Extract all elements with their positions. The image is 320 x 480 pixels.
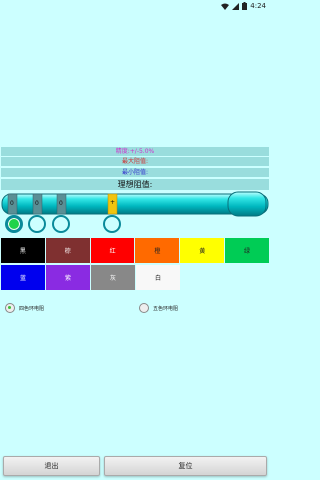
color-label: 白 (154, 275, 161, 282)
band-selector-4[interactable] (103, 215, 121, 233)
color-label: 蓝 (19, 275, 26, 282)
color-label: 紫 (64, 275, 71, 282)
color-yellow-button[interactable]: 黄 (180, 238, 225, 263)
color-blue-button[interactable]: 蓝 (1, 265, 45, 290)
band-2-label: 0 (35, 200, 39, 207)
exit-button-label: 退出 (44, 462, 59, 470)
min-value-row: 最小阻值: (1, 168, 269, 177)
color-label: 橙 (154, 248, 161, 255)
color-black-button[interactable]: 黑 (1, 238, 45, 263)
band-1-label: 0 (10, 200, 14, 207)
precision-text: 精度:+/-5.0% (115, 148, 155, 155)
band-count-options: 四色环电阻 五色环电阻 (0, 303, 270, 317)
reset-button-label: 复位 (178, 462, 193, 470)
color-label: 棕 (64, 248, 71, 255)
band-selector-1[interactable] (5, 215, 23, 233)
ideal-value-text: 理想阻值: (117, 180, 153, 189)
four-band-label: 四色环电阻 (19, 305, 45, 312)
min-value-text: 最小阻值: (121, 169, 149, 176)
color-orange-button[interactable]: 橙 (135, 238, 180, 263)
wifi-icon (221, 3, 230, 10)
color-brown-button[interactable]: 棕 (45, 238, 90, 263)
color-label: 黑 (19, 248, 26, 255)
precision-row: 精度:+/-5.0% (1, 147, 269, 156)
color-label: 灰 (109, 275, 116, 282)
ideal-value-row: 理想阻值: (1, 179, 269, 190)
radio-unchecked-icon (139, 303, 149, 313)
signal-icon (232, 2, 240, 10)
color-row-1: 黑 棕 红 橙 黄 绿 (1, 238, 269, 263)
battery-icon (242, 2, 248, 10)
status-icons: 4:24 (221, 2, 266, 10)
color-label: 红 (109, 248, 116, 255)
color-gray-button[interactable]: 灰 (91, 265, 135, 290)
band-selector-2[interactable] (28, 215, 46, 233)
color-purple-button[interactable]: 紫 (46, 265, 90, 290)
band-3-label: 0 (59, 200, 63, 207)
exit-button[interactable]: 退出 (3, 456, 100, 476)
band-selector-3[interactable] (52, 215, 70, 233)
color-label: 绿 (244, 248, 251, 255)
max-value-row: 最大阻值: (1, 157, 269, 166)
color-white-button[interactable]: 白 (136, 265, 180, 290)
status-bar: 4:24 (0, 0, 270, 12)
color-label: 黄 (199, 248, 206, 255)
reset-button[interactable]: 复位 (104, 456, 267, 476)
band-selectors (0, 215, 270, 235)
color-red-button[interactable]: 红 (90, 238, 135, 263)
radio-checked-icon (5, 303, 15, 313)
resistor-cap-right (227, 191, 267, 217)
color-palette: 黑 棕 红 橙 黄 绿 蓝 紫 灰 白 (1, 238, 269, 292)
five-band-label: 五色环电阻 (153, 305, 179, 312)
band-4-label: + (110, 199, 116, 206)
status-time: 4:24 (250, 2, 266, 10)
color-green-button[interactable]: 绿 (225, 238, 269, 263)
five-band-radio[interactable]: 五色环电阻 (139, 303, 178, 313)
color-row-2: 蓝 紫 灰 白 (1, 265, 269, 290)
max-value-text: 最大阻值: (121, 158, 149, 165)
four-band-radio[interactable]: 四色环电阻 (5, 303, 44, 313)
